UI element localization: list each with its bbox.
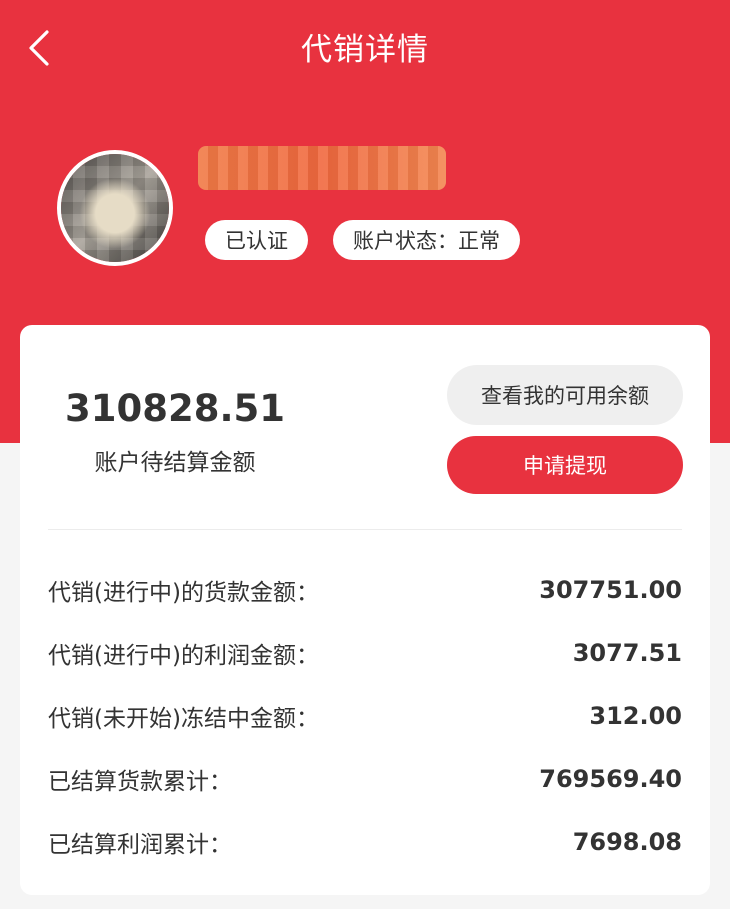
withdraw-button[interactable]: 申请提现 [447, 436, 683, 494]
detail-row: 代销(进行中)的货款金额： 307751.00 [48, 558, 682, 621]
pending-amount: 310828.51 [64, 387, 285, 430]
detail-value: 769569.40 [539, 764, 682, 793]
balance-card: 310828.51 账户待结算金额 查看我的可用余额 申请提现 代销(进行中)的… [20, 325, 710, 895]
detail-row: 已结算利润累计： 7698.08 [48, 810, 682, 873]
detail-value: 312.00 [589, 701, 682, 730]
view-available-balance-button[interactable]: 查看我的可用余额 [447, 365, 683, 425]
verified-badge: 已认证 [205, 220, 308, 260]
detail-label: 代销(未开始)冻结中金额： [48, 705, 319, 732]
blurred-username [198, 146, 446, 190]
detail-label: 已结算利润累计： [48, 831, 232, 858]
pending-amount-label: 账户待结算金额 [94, 450, 256, 476]
account-status-badge: 账户状态：正常 [333, 220, 520, 260]
detail-value: 307751.00 [539, 575, 682, 604]
detail-row: 代销(进行中)的利润金额： 3077.51 [48, 621, 682, 684]
divider [48, 529, 682, 530]
page-title: 代销详情 [301, 32, 429, 68]
detail-value: 3077.51 [572, 638, 682, 667]
detail-value: 7698.08 [572, 827, 682, 856]
detail-row: 已结算货款累计： 769569.40 [48, 747, 682, 810]
avatar [57, 150, 173, 266]
detail-label: 代销(进行中)的货款金额： [48, 579, 319, 606]
detail-label: 已结算货款累计： [48, 768, 232, 795]
details-list: 代销(进行中)的货款金额： 307751.00 代销(进行中)的利润金额： 30… [48, 558, 682, 873]
detail-label: 代销(进行中)的利润金额： [48, 642, 319, 669]
detail-row: 代销(未开始)冻结中金额： 312.00 [48, 684, 682, 747]
